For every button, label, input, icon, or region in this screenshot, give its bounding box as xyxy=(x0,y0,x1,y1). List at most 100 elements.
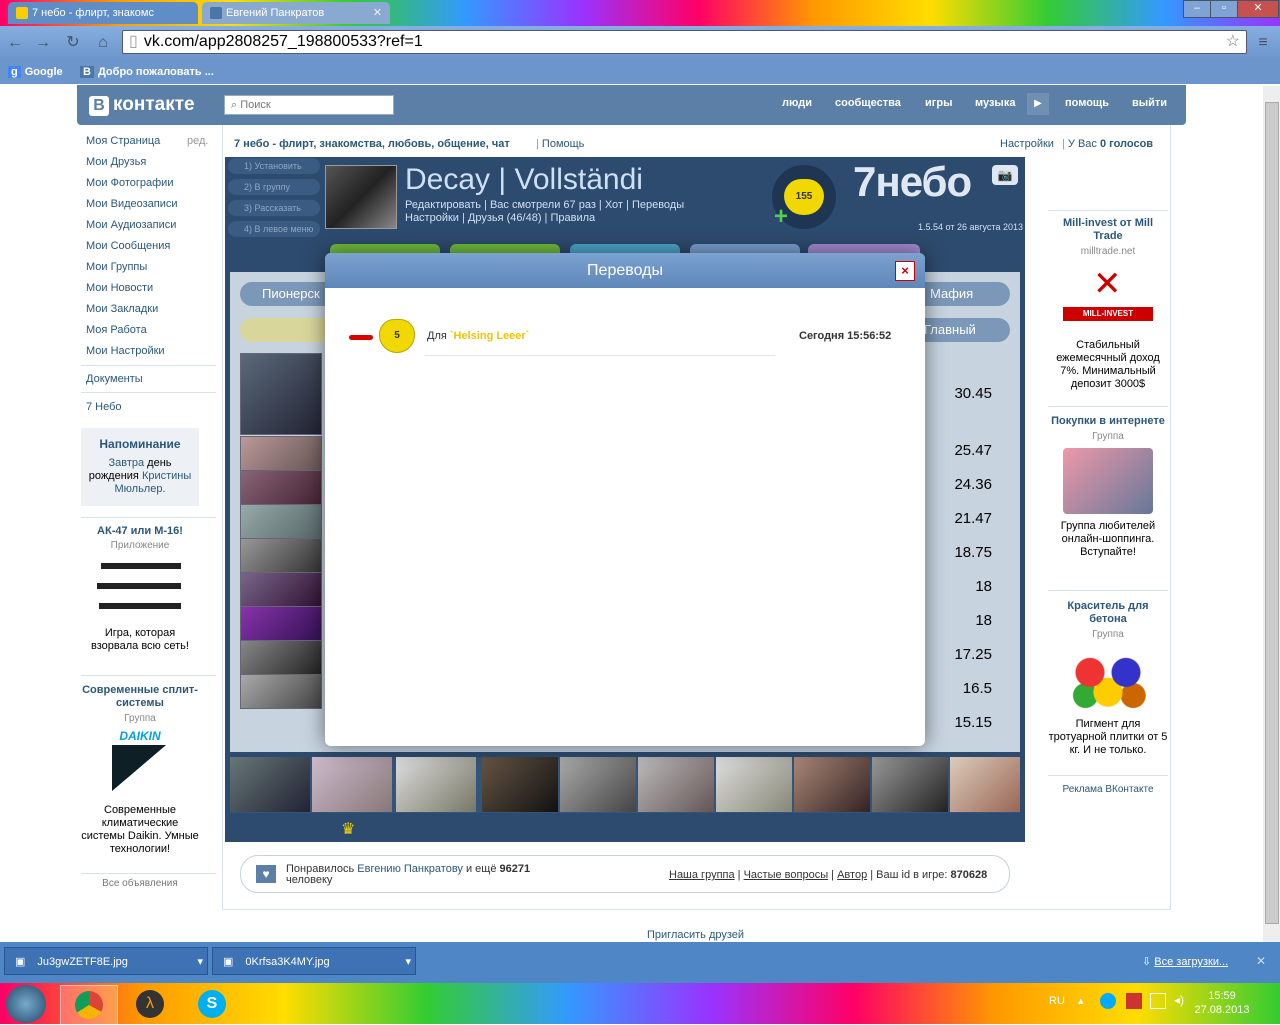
menu-documents[interactable]: Документы xyxy=(86,373,143,385)
bookmark-google[interactable]: g Google xyxy=(8,63,63,81)
ad-pigment[interactable]: Краситель для бетона Группа Пигмент для … xyxy=(1048,600,1168,757)
menu-videos[interactable]: Мои Видеозаписи xyxy=(86,198,178,210)
chevron-down-icon[interactable]: ▾ xyxy=(197,948,203,976)
reload-icon[interactable]: ↻ xyxy=(62,32,84,54)
nav-help[interactable]: помощь xyxy=(1065,97,1109,109)
user-photo[interactable] xyxy=(240,606,322,641)
ad-ak47[interactable]: АК-47 или М-16! Приложение Игра, которая… xyxy=(81,525,199,653)
tab-pioneer[interactable]: Пионерск xyxy=(240,282,330,306)
menu-my-page[interactable]: Моя Страница xyxy=(86,135,160,147)
tab-main[interactable]: Главный xyxy=(922,318,1010,342)
language-indicator[interactable]: RU xyxy=(1049,995,1065,1007)
plus-icon[interactable]: + xyxy=(774,205,788,229)
network-icon[interactable] xyxy=(1150,993,1166,1009)
address-bar[interactable]: ▯ vk.com/app2808257_198800533?ref=1 ☆ xyxy=(122,30,1247,54)
forward-icon[interactable]: → xyxy=(32,32,54,54)
clock[interactable]: 15:59 27.08.2013 xyxy=(1192,989,1252,1017)
strip-photo[interactable] xyxy=(716,757,792,812)
download-item[interactable]: ▣ Ju3gwZETF8E.jpg ▾ xyxy=(4,947,208,975)
menu-groups[interactable]: Мои Группы xyxy=(86,261,147,273)
author-link[interactable]: Автор xyxy=(837,869,867,881)
faq-link[interactable]: Частые вопросы xyxy=(744,869,829,881)
close-icon[interactable]: × xyxy=(895,261,915,281)
scrollbar[interactable] xyxy=(1263,86,1280,942)
nav-logout[interactable]: выйти xyxy=(1132,97,1167,109)
menu-audio[interactable]: Мои Аудиозаписи xyxy=(86,219,176,231)
search-input[interactable]: ⌕ Поиск xyxy=(224,95,394,115)
user-photo[interactable] xyxy=(240,504,322,539)
user-photo[interactable] xyxy=(240,353,322,435)
strip-photo[interactable] xyxy=(482,757,558,812)
left-menu-button[interactable]: 4) В левое меню xyxy=(228,221,320,237)
heart-counter[interactable]: 155 + xyxy=(772,165,836,229)
skype-taskbar-button[interactable]: S xyxy=(184,985,240,1023)
ad-daikin[interactable]: Современные сплит-системы Группа DAIKIN … xyxy=(81,684,199,856)
minimize-icon[interactable]: – xyxy=(1183,0,1211,18)
strip-photo[interactable] xyxy=(396,757,476,812)
user-photo[interactable] xyxy=(240,674,322,709)
tell-button[interactable]: 3) Рассказать xyxy=(228,200,320,216)
user-photo[interactable] xyxy=(240,470,322,505)
strip-photo[interactable] xyxy=(794,757,870,812)
strip-photo[interactable] xyxy=(638,757,714,812)
tab-yellow[interactable] xyxy=(240,318,330,342)
back-icon[interactable]: ← xyxy=(4,32,26,54)
our-group-link[interactable]: Наша группа xyxy=(669,869,735,881)
alert-tray-icon[interactable] xyxy=(1126,993,1142,1009)
all-downloads-link[interactable]: ⇩ Все загрузки... xyxy=(1142,955,1228,968)
close-icon[interactable]: ✕ xyxy=(1256,954,1266,968)
menu-friends[interactable]: Мои Друзья xyxy=(86,156,146,168)
invite-friends-link[interactable]: Пригласить друзей xyxy=(647,929,744,941)
home-icon[interactable]: ⌂ xyxy=(92,32,114,54)
to-group-button[interactable]: 2) В группу xyxy=(228,179,320,195)
profile-links-1[interactable]: Редактировать | Вас смотрели 67 раз | Хо… xyxy=(405,199,684,211)
menu-photos[interactable]: Мои Фотографии xyxy=(86,177,173,189)
halflife-taskbar-button[interactable]: λ xyxy=(122,985,178,1023)
tray-expand-icon[interactable]: ▴ xyxy=(1078,994,1084,1007)
chevron-down-icon[interactable]: ▾ xyxy=(405,948,411,976)
user-photo[interactable] xyxy=(240,436,322,471)
nav-people[interactable]: люди xyxy=(782,97,812,109)
strip-photo[interactable] xyxy=(312,757,392,812)
app-title[interactable]: 7 небо - флирт, знакомства, любовь, обще… xyxy=(234,138,510,150)
profile-links-2[interactable]: Настройки | Друзья (46/48) | Правила xyxy=(405,212,595,224)
camera-icon[interactable]: 📷 xyxy=(992,165,1018,185)
menu-icon[interactable]: ≡ xyxy=(1252,32,1274,54)
nav-communities[interactable]: сообщества xyxy=(835,97,901,109)
settings-link[interactable]: Настройки xyxy=(1000,138,1054,150)
scrollbar-thumb[interactable] xyxy=(1265,102,1279,924)
strip-photo[interactable] xyxy=(950,757,1020,812)
skype-tray-icon[interactable] xyxy=(1100,993,1116,1009)
close-tab-icon[interactable]: ✕ xyxy=(373,2,382,24)
menu-settings[interactable]: Мои Настройки xyxy=(86,345,165,357)
strip-photo[interactable] xyxy=(230,757,310,812)
download-item[interactable]: ▣ 0Krfsa3K4MY.jpg ▾ xyxy=(212,947,416,975)
star-icon[interactable]: ☆ xyxy=(1226,31,1240,53)
vk-ads-link[interactable]: Реклама ВКонтакте xyxy=(1048,784,1168,795)
heart-icon[interactable]: ♥ xyxy=(256,865,276,883)
user-photo[interactable] xyxy=(240,538,322,573)
chrome-taskbar-button[interactable] xyxy=(60,985,118,1025)
tab-7nebo[interactable]: 7 небо - флирт, знакомс xyxy=(8,2,198,24)
menu-work[interactable]: Моя Работа xyxy=(86,324,147,336)
menu-7nebo[interactable]: 7 Небо xyxy=(86,401,122,413)
volume-icon[interactable]: ◂) xyxy=(1174,993,1184,1007)
vk-logo[interactable]: Bконтакте xyxy=(89,94,195,116)
strip-photo[interactable] xyxy=(872,757,948,812)
user-photo[interactable] xyxy=(240,572,322,607)
reminder-date-link[interactable]: Завтра xyxy=(108,457,144,469)
user-photo[interactable] xyxy=(240,640,322,675)
start-icon[interactable] xyxy=(6,985,46,1023)
menu-news[interactable]: Мои Новости xyxy=(86,282,153,294)
menu-messages[interactable]: Мои Сообщения xyxy=(86,240,170,252)
menu-bookmarks[interactable]: Мои Закладки xyxy=(86,303,158,315)
nav-music[interactable]: музыка xyxy=(975,97,1015,109)
install-button[interactable]: 1) Установить xyxy=(228,158,320,174)
bookmark-welcome[interactable]: B Добро пожаловать ... xyxy=(80,63,214,81)
tab-pankratov[interactable]: Евгений Панкратов ✕ xyxy=(202,2,390,24)
profile-avatar[interactable] xyxy=(325,165,397,229)
tab-mafia[interactable]: Мафия xyxy=(922,282,1010,306)
nav-games[interactable]: игры xyxy=(925,97,952,109)
all-ads-link[interactable]: Все объявления xyxy=(81,878,199,889)
close-window-icon[interactable]: ✕ xyxy=(1237,0,1279,18)
